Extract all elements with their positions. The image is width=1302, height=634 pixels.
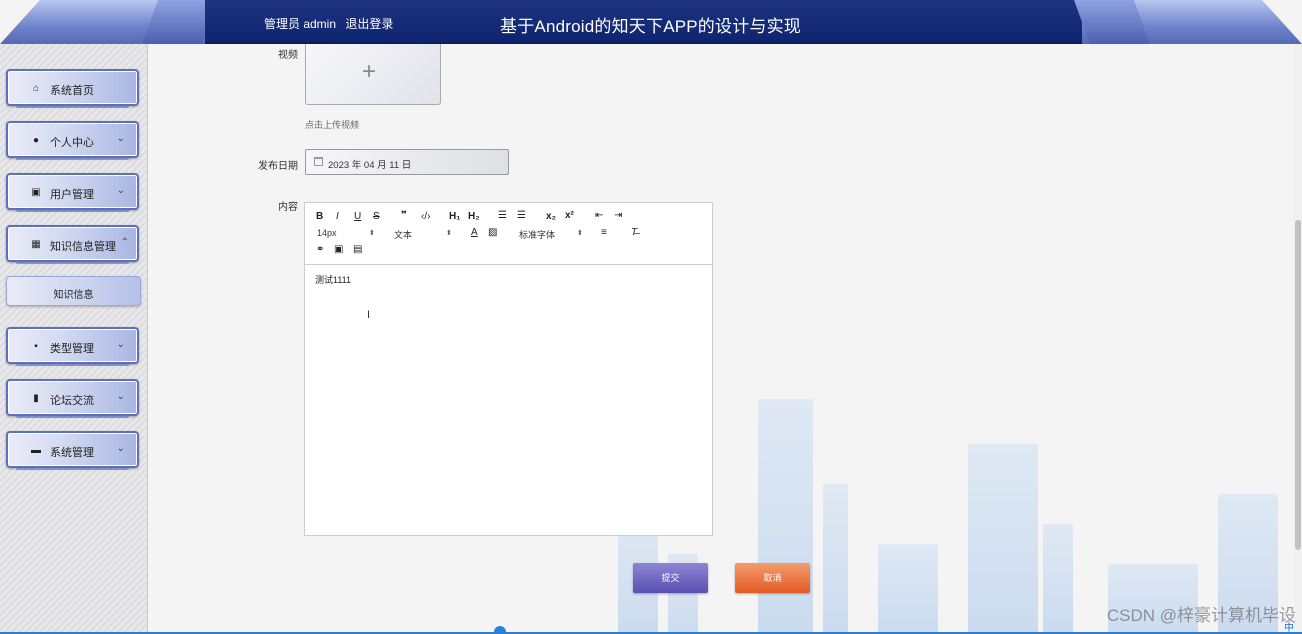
chevron-down-icon: ⌄ xyxy=(116,185,125,196)
calendar-icon xyxy=(314,157,323,166)
ordered-list-icon[interactable]: ☰ xyxy=(498,210,507,221)
heading1-icon[interactable]: H₁ xyxy=(449,211,460,222)
sidebar-item-label: 类型管理 xyxy=(50,343,94,355)
editor-content[interactable]: 测试1111 xyxy=(315,273,351,286)
sidebar-item-label: 系统管理 xyxy=(50,447,94,459)
video-upload[interactable]: + xyxy=(305,44,441,105)
date-label: 发布日期 xyxy=(258,161,298,172)
clear-format-icon[interactable]: T̶ xyxy=(631,227,637,238)
logout-link[interactable]: 退出登录 xyxy=(345,17,393,31)
date-picker[interactable]: 2023 年 04 月 11 日 xyxy=(305,149,509,175)
sidebar-item-user-management[interactable]: ▣ 用户管理 ⌄ xyxy=(6,173,139,212)
sidebar-item-knowledge-management[interactable]: ▦ 知识信息管理 ⌃ xyxy=(6,225,139,264)
sidebar: ⌂ 系统首页 ● 个人中心 ⌄ ▣ 用户管理 ⌄ ▦ 知识信息管理 ⌃ 知识信息… xyxy=(0,44,148,634)
admin-label: 管理员 admin xyxy=(264,17,337,31)
apps-icon: ▪ xyxy=(34,341,38,352)
csdn-watermark: CSDN @梓豪计算机毕设 xyxy=(1106,606,1296,625)
chevron-down-icon: ⌄ xyxy=(116,443,125,454)
vertical-scrollbar[interactable] xyxy=(1294,44,1302,634)
quote-icon[interactable]: ❞ xyxy=(401,210,407,221)
rich-text-editor: B I U S ❞ ‹/› H₁ H₂ ☰ ☰ x₂ x² ⇤ ⇥ 14px ⬍… xyxy=(304,202,713,536)
font-color-icon[interactable]: A xyxy=(471,227,478,238)
grid-icon: ▦ xyxy=(31,239,41,250)
select-arrow-icon: ⬍ xyxy=(446,230,452,237)
sidebar-item-home[interactable]: ⌂ 系统首页 xyxy=(6,69,139,108)
background-color-icon[interactable]: ▨ xyxy=(488,227,497,238)
admin-info: 管理员 admin 退出登录 xyxy=(264,15,399,32)
superscript-icon[interactable]: x² xyxy=(565,210,574,221)
home-icon: ⌂ xyxy=(32,83,40,94)
bold-icon[interactable]: B xyxy=(316,211,323,222)
chart-icon: ▣ xyxy=(31,187,41,198)
video-label: 视频 xyxy=(278,50,298,61)
chevron-down-icon: ⌄ xyxy=(116,339,125,350)
app-title: 基于Android的知天下APP的设计与实现 xyxy=(500,17,802,36)
font-family-select[interactable]: 标准字体 ⬍ xyxy=(519,228,585,241)
select-arrow-icon: ⬍ xyxy=(369,230,375,237)
chevron-up-icon: ⌃ xyxy=(120,237,129,248)
date-value: 2023 年 04 月 11 日 xyxy=(328,160,412,171)
bullet-list-icon[interactable]: ☰ xyxy=(517,210,526,221)
submit-button[interactable]: 提交 xyxy=(633,563,708,593)
header-right-wing xyxy=(1082,0,1302,44)
ime-indicator: 中 xyxy=(1284,623,1294,634)
font-size-select[interactable]: 14px ⬍ xyxy=(317,228,375,238)
select-arrow-icon: ⬍ xyxy=(577,230,583,237)
sidebar-item-type-management[interactable]: ▪ 类型管理 ⌄ xyxy=(6,327,139,366)
plus-icon: + xyxy=(362,58,377,85)
italic-icon[interactable]: I xyxy=(336,211,339,222)
sidebar-item-label: 系统首页 xyxy=(50,85,94,97)
sidebar-subitem-knowledge-info[interactable]: 知识信息 xyxy=(6,276,141,306)
cancel-button[interactable]: 取消 xyxy=(735,563,810,593)
sidebar-item-label: 知识信息管理 xyxy=(50,241,116,253)
sidebar-item-forum[interactable]: ▮ 论坛交流 ⌄ xyxy=(6,379,139,418)
progress-dot xyxy=(494,626,506,634)
strike-icon[interactable]: S xyxy=(373,211,380,222)
scrollbar-thumb[interactable] xyxy=(1295,220,1301,550)
font-family-value: 标准字体 xyxy=(519,230,556,240)
sidebar-item-label: 个人中心 xyxy=(50,137,94,149)
video-icon[interactable]: ▤ xyxy=(353,244,362,255)
indent-icon[interactable]: ⇥ xyxy=(614,210,622,221)
sidebar-item-personal-center[interactable]: ● 个人中心 ⌄ xyxy=(6,121,139,160)
underline-icon[interactable]: U xyxy=(354,211,361,222)
content-label: 内容 xyxy=(278,202,298,213)
briefcase-icon: ▬ xyxy=(31,445,41,456)
chevron-down-icon: ⌄ xyxy=(116,391,125,402)
chevron-down-icon: ⌄ xyxy=(116,133,125,144)
upload-hint: 点击上传视频 xyxy=(305,120,360,130)
sidebar-item-system-management[interactable]: ▬ 系统管理 ⌄ xyxy=(6,431,139,470)
sidebar-subitem-label: 知识信息 xyxy=(53,290,94,301)
font-size-value: 14px xyxy=(317,228,337,238)
heading2-icon[interactable]: H₂ xyxy=(468,211,480,222)
text-cursor-icon: I xyxy=(367,309,371,321)
text-type-select[interactable]: 文本 ⬍ xyxy=(394,228,452,241)
image-icon[interactable]: ▣ xyxy=(334,244,343,255)
text-type-value: 文本 xyxy=(394,230,413,240)
main-content: 视频 + 点击上传视频 发布日期 2023 年 04 月 11 日 内容 B I… xyxy=(148,44,1294,634)
code-icon[interactable]: ‹/› xyxy=(421,211,430,222)
sidebar-item-label: 论坛交流 xyxy=(50,395,94,407)
editor-toolbar: B I U S ❞ ‹/› H₁ H₂ ☰ ☰ x₂ x² ⇤ ⇥ 14px ⬍… xyxy=(305,203,712,265)
align-icon[interactable]: ≡ xyxy=(601,227,607,238)
user-icon: ● xyxy=(32,135,40,146)
subscript-icon[interactable]: x₂ xyxy=(546,211,556,222)
bar-chart-icon: ▮ xyxy=(33,393,39,404)
top-header: 管理员 admin 退出登录 基于Android的知天下APP的设计与实现 xyxy=(0,0,1302,44)
sidebar-item-label: 用户管理 xyxy=(50,189,94,201)
outdent-icon[interactable]: ⇤ xyxy=(595,210,603,221)
link-icon[interactable]: ⚭ xyxy=(316,244,324,255)
header-left-wing xyxy=(0,0,210,44)
